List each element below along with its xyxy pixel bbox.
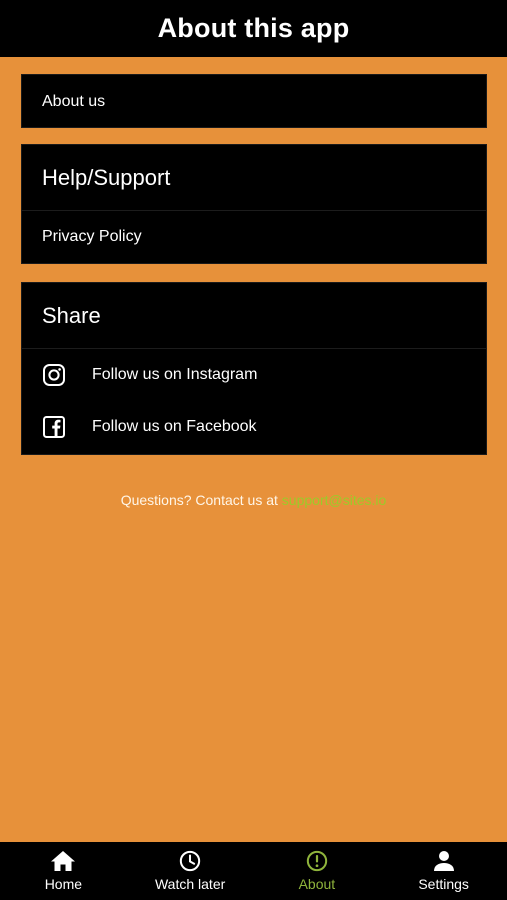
person-icon bbox=[432, 850, 456, 872]
nav-watch-later[interactable]: Watch later bbox=[127, 842, 254, 900]
help-support-header: Help/Support bbox=[22, 145, 486, 211]
nav-about-label: About bbox=[298, 876, 336, 892]
nav-home-label: Home bbox=[44, 876, 83, 892]
contact-text: Questions? Contact us at bbox=[120, 492, 282, 508]
share-card: Share Follow us on Instagram Follow us o… bbox=[21, 282, 487, 455]
clock-icon bbox=[178, 850, 202, 872]
privacy-policy-item[interactable]: Privacy Policy bbox=[22, 211, 486, 263]
info-icon bbox=[305, 850, 329, 872]
home-icon bbox=[50, 850, 76, 872]
facebook-label: Follow us on Facebook bbox=[92, 418, 257, 435]
about-card: About us bbox=[21, 74, 487, 128]
bottom-navigation: Home Watch later About Settings bbox=[0, 842, 507, 900]
nav-home[interactable]: Home bbox=[0, 842, 127, 900]
instagram-label: Follow us on Instagram bbox=[92, 366, 258, 383]
nav-settings-label: Settings bbox=[418, 876, 469, 892]
share-header: Share bbox=[22, 283, 486, 349]
facebook-item[interactable]: Follow us on Facebook bbox=[22, 401, 486, 453]
nav-watch-later-label: Watch later bbox=[154, 876, 226, 892]
about-us-label: About us bbox=[42, 93, 106, 110]
app-header: About this app bbox=[0, 0, 507, 57]
contact-line: Questions? Contact us at support@sites.i… bbox=[0, 492, 507, 508]
about-us-item[interactable]: About us bbox=[22, 75, 486, 129]
instagram-icon bbox=[42, 363, 92, 387]
help-support-card: Help/Support Privacy Policy bbox=[21, 144, 487, 264]
page-title: About this app bbox=[157, 13, 350, 43]
facebook-icon bbox=[42, 415, 92, 439]
instagram-item[interactable]: Follow us on Instagram bbox=[22, 349, 486, 401]
nav-settings[interactable]: Settings bbox=[380, 842, 507, 900]
nav-about[interactable]: About bbox=[254, 842, 381, 900]
privacy-policy-label: Privacy Policy bbox=[42, 228, 142, 245]
help-support-title: Help/Support bbox=[42, 164, 171, 190]
share-title: Share bbox=[42, 302, 101, 328]
contact-email-link[interactable]: support@sites.io bbox=[282, 492, 386, 508]
